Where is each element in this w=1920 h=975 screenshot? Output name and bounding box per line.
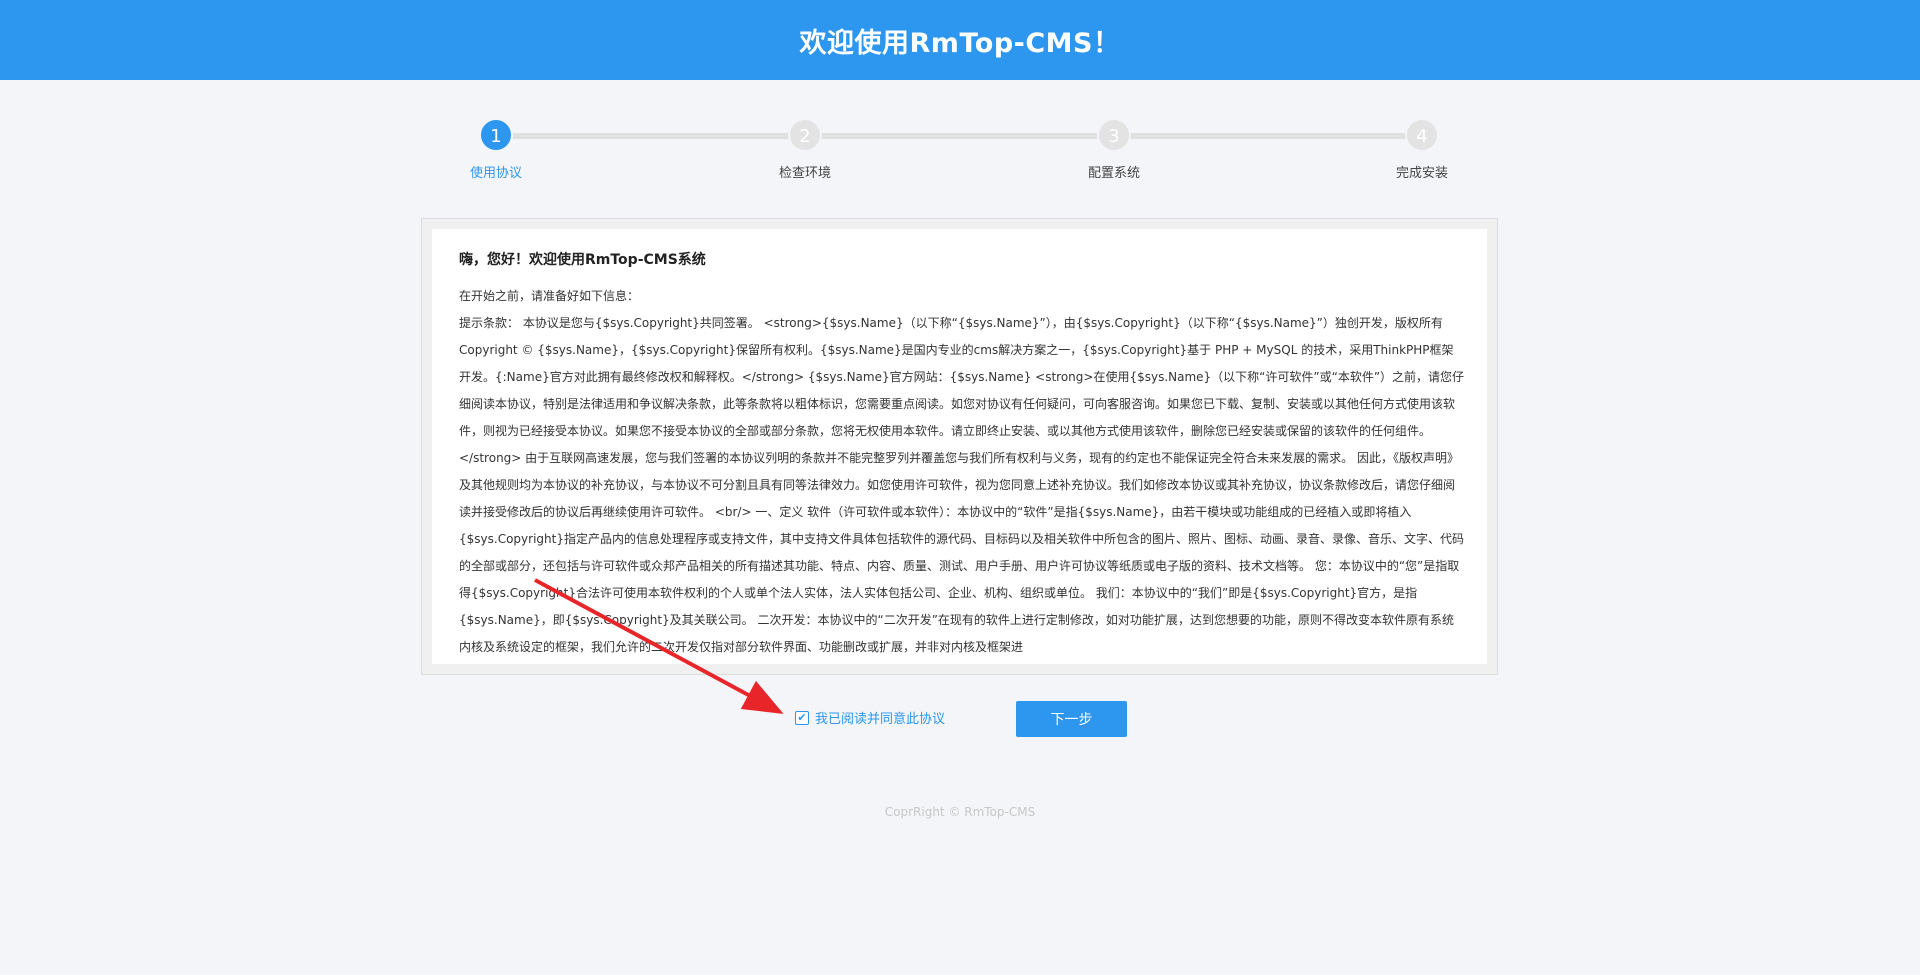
page-title: 欢迎使用RmTop-CMS！ — [799, 27, 1121, 59]
step-progress-track — [496, 133, 1422, 139]
footer-copyright: CoprRight © RmTop-CMS — [884, 805, 1036, 819]
step-3-number: 3 — [1097, 118, 1131, 152]
step-2: 2 检查环境 — [745, 118, 865, 181]
next-step-button[interactable]: 下一步 — [1016, 701, 1127, 737]
step-3-label: 配置系统 — [1087, 166, 1140, 181]
agreement-text: 在开始之前，请准备好如下信息： 提示条款： 本协议是您与{$sys.Copyri… — [459, 283, 1465, 661]
step-2-number: 2 — [788, 118, 822, 152]
agreement-body: 提示条款： 本协议是您与{$sys.Copyright}共同签署。 <stron… — [459, 316, 1465, 654]
step-2-label: 检查环境 — [778, 166, 831, 181]
top-header: 欢迎使用RmTop-CMS！ — [0, 0, 1920, 80]
step-4-label: 完成安装 — [1395, 166, 1448, 181]
step-1-label: 使用协议 — [469, 166, 522, 181]
agreement-intro: 在开始之前，请准备好如下信息： — [459, 289, 640, 303]
step-4-number: 4 — [1405, 118, 1439, 152]
check-mark-icon: ✔ — [797, 711, 807, 724]
agreement-scroll-area[interactable]: 嗨，您好！欢迎使用RmTop-CMS系统 在开始之前，请准备好如下信息： 提示条… — [432, 229, 1487, 664]
step-1: 1 使用协议 — [436, 118, 556, 181]
agreement-panel: 嗨，您好！欢迎使用RmTop-CMS系统 在开始之前，请准备好如下信息： 提示条… — [421, 218, 1498, 675]
step-1-number: 1 — [479, 118, 513, 152]
step-4: 4 完成安装 — [1362, 118, 1482, 181]
accept-agreement-toggle[interactable]: ✔ 我已阅读并同意此协议 — [795, 708, 945, 727]
accept-label[interactable]: 我已阅读并同意此协议 — [815, 708, 945, 727]
agreement-title: 嗨，您好！欢迎使用RmTop-CMS系统 — [459, 252, 706, 268]
accept-checkbox[interactable]: ✔ — [795, 710, 809, 725]
step-3: 3 配置系统 — [1054, 118, 1174, 181]
